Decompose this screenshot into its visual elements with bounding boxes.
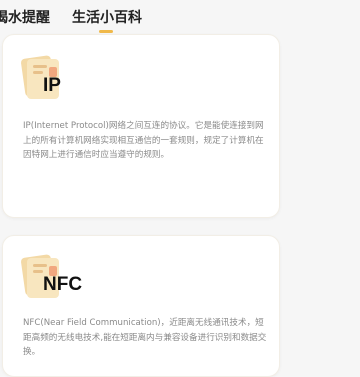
card-title: IP [43, 75, 61, 96]
card-description: NFC(Near Field Communication)，近距离无线通讯技术，… [23, 318, 267, 357]
encyclopedia-card-ip[interactable]: IP IP(Internet Protocol)网络之间互连的协议。它是能使连接… [2, 34, 280, 218]
tab-water-reminder[interactable]: 喝水提醒 [0, 7, 50, 27]
card-description: IP(Internet Protocol)网络之间互连的协议。它是能使连接到网上… [23, 121, 264, 160]
active-tab-indicator [99, 30, 113, 33]
tab-bar: 喝水提醒 生活小百科 [0, 0, 360, 34]
card-title: NFC [43, 274, 83, 295]
encyclopedia-card-nfc[interactable]: NFC NFC(Near Field Communication)，近距离无线通… [2, 235, 280, 377]
tab-life-encyclopedia[interactable]: 生活小百科 [72, 7, 142, 27]
